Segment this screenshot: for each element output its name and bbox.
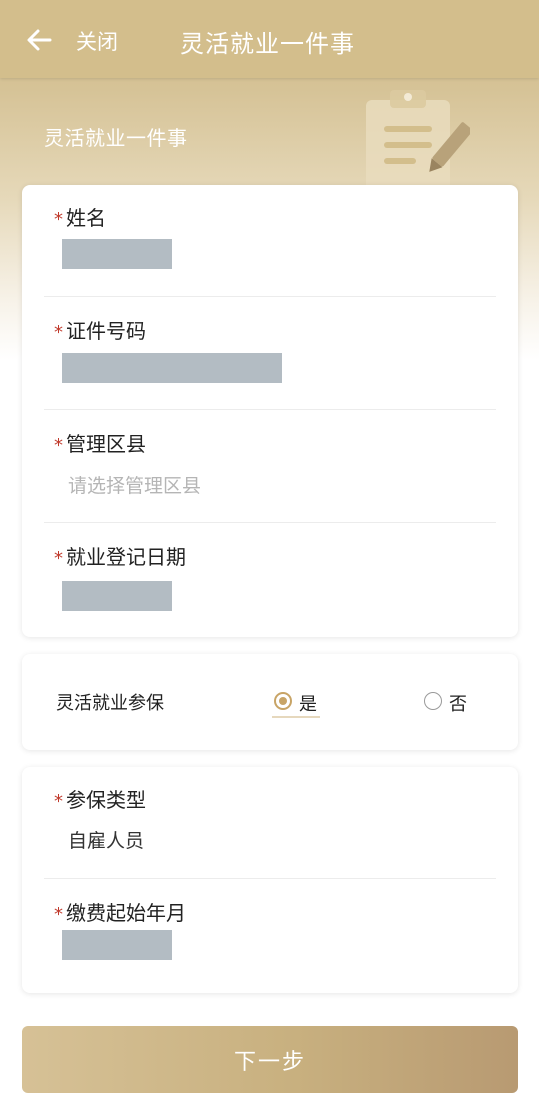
payment-start-label: * 缴费起始年月 (54, 901, 186, 925)
navigation-bar: 关闭 灵活就业一件事 (0, 0, 539, 78)
name-value-redacted[interactable] (62, 239, 172, 269)
insurance-type-field[interactable]: * 参保类型 自雇人员 (44, 784, 496, 878)
insurance-type-label: * 参保类型 (54, 788, 146, 812)
required-mark: * (54, 209, 63, 230)
id-number-field: * 证件号码 (44, 315, 496, 409)
insurance-type-value[interactable]: 自雇人员 (68, 826, 144, 853)
radio-unchecked-icon[interactable] (424, 692, 442, 710)
required-mark: * (54, 791, 63, 812)
name-field: * 姓名 (44, 202, 496, 296)
divider (44, 296, 496, 297)
radio-yes-underline (272, 716, 320, 718)
insurance-info-card: * 参保类型 自雇人员 * 缴费起始年月 (22, 767, 518, 993)
name-label: * 姓名 (54, 206, 106, 230)
required-mark: * (54, 904, 63, 925)
radio-yes-label[interactable]: 是 (299, 690, 317, 716)
district-label: * 管理区县 (54, 432, 146, 456)
insurance-toggle-label: 灵活就业参保 (56, 693, 164, 714)
employment-date-value-redacted[interactable] (62, 581, 172, 611)
payment-start-field[interactable]: * 缴费起始年月 (44, 897, 496, 991)
personal-info-card: * 姓名 * 证件号码 * 管理区县 请选择管理区县 * 就业登记日期 (22, 185, 518, 637)
radio-checked-icon[interactable] (274, 692, 292, 710)
employment-date-field[interactable]: * 就业登记日期 (44, 541, 496, 635)
id-number-label: * 证件号码 (54, 319, 146, 343)
radio-yes[interactable]: 是 (272, 690, 320, 718)
arrow-left-icon[interactable] (26, 28, 52, 52)
close-label[interactable]: 关闭 (76, 26, 118, 56)
radio-no[interactable]: 否 (424, 690, 470, 716)
next-step-button[interactable]: 下一步 (22, 1026, 518, 1093)
clipboard-pencil-icon (366, 90, 470, 192)
id-number-value-redacted[interactable] (62, 353, 282, 383)
divider (44, 409, 496, 410)
page-title: 灵活就业一件事 (180, 30, 355, 58)
divider (44, 522, 496, 523)
required-mark: * (54, 548, 63, 569)
divider (44, 878, 496, 879)
district-select[interactable]: 请选择管理区县 (68, 471, 201, 498)
required-mark: * (54, 322, 63, 343)
employment-date-label: * 就业登记日期 (54, 545, 186, 569)
hero-subtitle: 灵活就业一件事 (44, 126, 188, 150)
district-field[interactable]: * 管理区县 请选择管理区县 (44, 428, 496, 522)
required-mark: * (54, 435, 63, 456)
back-close-button[interactable]: 关闭 (26, 24, 130, 56)
insurance-toggle-card: 灵活就业参保 是 否 (22, 654, 518, 750)
radio-no-label[interactable]: 否 (449, 690, 467, 716)
payment-start-value-redacted[interactable] (62, 930, 172, 960)
